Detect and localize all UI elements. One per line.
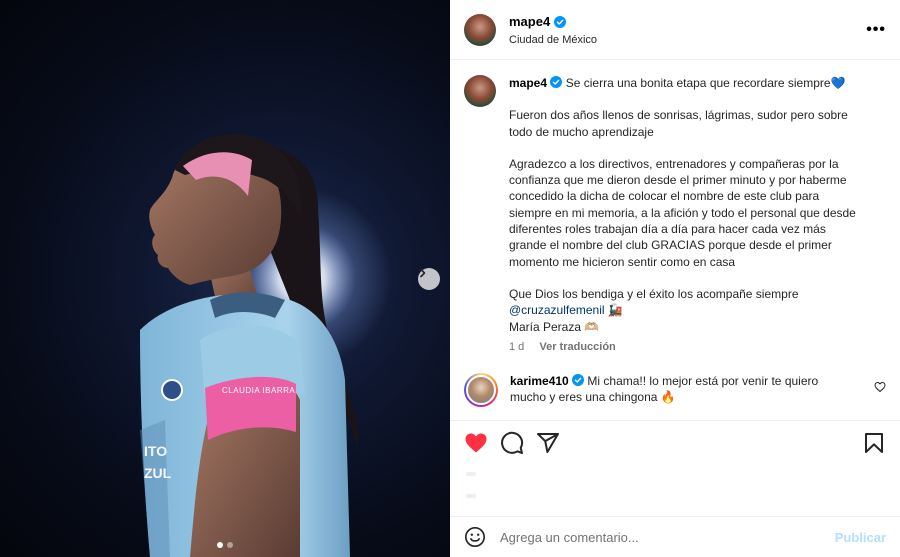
comments-section[interactable]: mape4 Se cierra una bonita etapa que rec… — [450, 61, 900, 419]
share-icon[interactable] — [536, 431, 560, 455]
carousel-dot — [217, 542, 223, 548]
commenter-avatar[interactable] — [464, 373, 498, 408]
post-time[interactable]: 1 d — [509, 341, 524, 353]
carousel-next-button[interactable] — [418, 268, 440, 290]
post-header: mape4 Ciudad de México ••• — [450, 0, 900, 60]
comment-item: karime410 Mi chama!! lo mejor está por v… — [450, 355, 900, 408]
armband-text: CLAUDIA IBARRA — [222, 386, 296, 395]
carousel-dot — [227, 542, 233, 548]
bookmark-icon[interactable] — [862, 431, 886, 455]
caption-closing-block: Que Dios los bendiga y el éxito los acom… — [509, 286, 859, 335]
jersey-text: ITO ZUL — [144, 443, 172, 481]
caption-paragraph: Agradezco a los directivos, entrenadores… — [509, 156, 856, 269]
heart-icon[interactable] — [464, 431, 488, 455]
post-side-panel: mape4 Ciudad de México ••• mape4 Se cier… — [450, 0, 900, 557]
more-options-icon[interactable]: ••• — [866, 21, 886, 39]
caption-text-first: Se cierra una bonita etapa que recordare… — [565, 76, 846, 90]
caption-closing: Que Dios los bendiga y el éxito los acom… — [509, 286, 799, 301]
author-username[interactable]: mape4 — [509, 14, 550, 29]
caption-body: mape4 Se cierra una bonita etapa que rec… — [509, 75, 859, 355]
skeleton-placeholder — [466, 494, 476, 498]
caption-signature: María Peraza 🫶🏼 — [509, 319, 600, 334]
like-comment-heart-icon[interactable] — [874, 381, 886, 393]
post-actions-bar — [450, 420, 900, 465]
author-username-row: mape4 — [509, 14, 567, 29]
carousel-indicator — [217, 542, 233, 548]
comment-input[interactable] — [500, 529, 835, 545]
post-photo[interactable]: CLAUDIA IBARRA ITO ZUL — [0, 0, 450, 557]
caption-author[interactable]: mape4 — [509, 76, 547, 90]
verified-icon — [550, 76, 563, 88]
comment-icon[interactable] — [500, 431, 524, 455]
caption-first-line: mape4 Se cierra una bonita etapa que rec… — [509, 75, 859, 91]
emoji-icon[interactable] — [464, 526, 486, 548]
see-translation-button[interactable]: Ver traducción — [539, 341, 615, 353]
caption-author-avatar[interactable] — [464, 75, 496, 107]
player-photo-illustration — [140, 134, 392, 557]
author-avatar[interactable] — [464, 13, 496, 46]
caption-meta: 1 d Ver traducción — [509, 339, 859, 355]
post-location[interactable]: Ciudad de México — [509, 34, 866, 46]
comment-body: karime410 Mi chama!! lo mejor está por v… — [510, 373, 830, 407]
comment-author[interactable]: karime410 — [510, 374, 569, 388]
author-info: mape4 Ciudad de México — [509, 13, 866, 46]
mention-link[interactable]: @cruzazulfemenil — [509, 303, 605, 317]
chevron-right-icon — [420, 268, 426, 278]
publish-button[interactable]: Publicar — [835, 530, 886, 545]
verified-icon — [572, 374, 585, 387]
verified-icon — [554, 15, 567, 28]
caption-paragraph: Fueron dos años llenos de sonrisas, lágr… — [509, 108, 848, 139]
mention-emoji: 🚂 — [607, 303, 623, 318]
add-comment-bar: Publicar — [450, 516, 900, 557]
skeleton-placeholder — [466, 472, 476, 476]
post-caption: mape4 Se cierra una bonita etapa que rec… — [450, 61, 900, 355]
